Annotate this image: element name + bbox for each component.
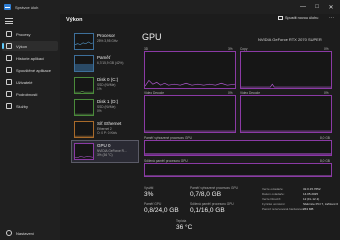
shared-memory-value: 0,1/16,0 GB: [190, 207, 225, 214]
sidebar-item-label: Spouštěné aplikace: [16, 67, 51, 73]
sidebar-item-label: Procesy: [16, 31, 31, 37]
resource-item-cpu[interactable]: Procesor 25% 3,95 GHz: [72, 31, 138, 52]
sidebar-item-processes[interactable]: Procesy: [2, 29, 58, 39]
minimize-button[interactable]: —: [296, 0, 310, 14]
grid-icon: [6, 31, 12, 37]
sidebar-item-startup-apps[interactable]: Spouštěné aplikace: [2, 65, 58, 75]
info-value-directx: 12 (FL 12.1): [303, 197, 320, 201]
task-manager-icon: [4, 4, 11, 10]
sidebar-item-label: Služby: [16, 103, 29, 109]
resource-usage: O: 0 P: 0 Kb/s: [97, 131, 117, 135]
resource-name: Disk 1 (D:): [97, 99, 119, 104]
temperature-label: Teplota: [176, 219, 187, 223]
resource-usage: 1%: [97, 87, 102, 91]
sidebar-item-performance[interactable]: Výkon: [2, 41, 58, 51]
sidebar-item-details[interactable]: Podrobnosti: [2, 89, 58, 99]
sidebar-item-users[interactable]: Uživatelé: [2, 77, 58, 87]
gpu-thumbnail-graph: [74, 143, 94, 160]
utilization-value: 3%: [144, 191, 154, 198]
info-value-driver-date: 14.05.2025: [303, 192, 319, 196]
performance-icon: [6, 43, 12, 49]
info-label-location: Fyzické umístění:: [262, 202, 286, 206]
resource-item-disk-0[interactable]: Disk 0 (C:) SSD (NVMe) 1%: [72, 75, 138, 96]
resource-item-disk-1[interactable]: Disk 1 (D:) SSD (NVMe) 0%: [72, 97, 138, 118]
utilization-label: Využití: [144, 186, 154, 190]
more-options-button[interactable]: ···: [329, 15, 334, 21]
sidebar-item-label: Uživatelé: [16, 79, 33, 85]
history-icon: [6, 55, 12, 61]
resource-name: Paměť: [97, 55, 111, 60]
info-value-location: Sběrnice PCI 7, zařízení 0: [303, 202, 339, 206]
gpu-model-name: NVIDIA GeForce RTX 2070 SUPER: [258, 37, 322, 42]
graph-3d: [144, 51, 236, 89]
temperature-value: 36 °C: [176, 224, 193, 231]
sidebar: Procesy Výkon Historie aplikací Spouštěn…: [0, 14, 60, 240]
run-task-icon: [278, 16, 283, 20]
close-button[interactable]: ✕: [324, 0, 338, 14]
dedicated-memory-value: 0,7/8,0 GB: [190, 191, 222, 198]
disk-thumbnail-graph: [74, 99, 94, 116]
resource-detail: 25% 3,95 GHz: [97, 39, 118, 43]
cpu-thumbnail-graph: [74, 33, 94, 50]
resource-usage: 0%: [97, 109, 102, 113]
title-bar: Správce úloh — □ ✕: [0, 0, 340, 14]
startup-icon: [6, 67, 12, 73]
gpu-memory-value: 0,8/24,0 GB: [144, 207, 179, 214]
run-new-task-label: Spustit novou úlohu: [285, 16, 319, 20]
resource-name: Disk 0 (C:): [97, 77, 119, 82]
info-value-driver-version: 32.0.15.7652: [303, 187, 321, 191]
graph-shared-memory: [144, 163, 332, 177]
graph-video-decode: [144, 95, 236, 133]
maximize-button[interactable]: □: [310, 0, 324, 14]
window-title: Správce úloh: [15, 4, 39, 10]
resource-name: GPU 0: [97, 143, 111, 148]
sidebar-item-label: Podrobnosti: [16, 91, 38, 97]
sidebar-item-label: Výkon: [16, 43, 28, 49]
gpu-memory-label: Paměť GPU: [144, 202, 162, 206]
info-value-reserved-memory: 263 MB: [303, 207, 314, 211]
sidebar-item-settings[interactable]: Nastavení: [2, 228, 58, 238]
resource-detail: 6,7/15,9 GB (42%): [97, 61, 124, 65]
resource-item-ethernet[interactable]: Síť Ethernet Ethernet 2 O: 0 P: 0 Kb/s: [72, 119, 138, 140]
info-label-directx: Verze DirectX:: [262, 197, 282, 201]
resource-name: Procesor: [97, 33, 116, 38]
graph-copy: [240, 51, 332, 89]
info-label-driver-date: Datum ovladače:: [262, 192, 285, 196]
hamburger-menu-icon[interactable]: [5, 18, 13, 24]
gpu-heading: GPU: [142, 32, 162, 42]
network-thumbnail-graph: [74, 121, 94, 138]
resource-usage: 3% (36 °C): [97, 153, 113, 157]
graph-dedicated-memory: [144, 140, 332, 156]
disk-thumbnail-graph: [74, 77, 94, 94]
details-icon: [6, 91, 12, 97]
memory-thumbnail-graph: [74, 55, 94, 72]
shared-memory-label: Sdílená paměť procesoru GPU: [190, 202, 234, 206]
resource-name: Síť Ethernet: [97, 121, 122, 126]
sidebar-item-app-history[interactable]: Historie aplikací: [2, 53, 58, 63]
resource-item-gpu[interactable]: GPU 0 NVIDIA GeForce R... 3% (36 °C): [71, 140, 139, 163]
services-icon: [6, 103, 12, 109]
info-label-reserved-memory: Paměť rezervovaná hardwarem:: [262, 207, 305, 211]
graph-video-decode-2: [240, 95, 332, 133]
users-icon: [6, 79, 12, 85]
sidebar-item-label: Nastavení: [16, 230, 35, 236]
info-label-driver-version: Verze ovladače:: [262, 187, 284, 191]
sidebar-item-services[interactable]: Služby: [2, 101, 58, 111]
run-new-task-button[interactable]: Spustit novou úlohu: [278, 16, 318, 20]
window-controls: — □ ✕: [296, 0, 338, 14]
gear-icon: [6, 230, 12, 236]
dedicated-memory-label: Paměť vyhrazené procesoru GPU: [190, 186, 238, 190]
sidebar-item-label: Historie aplikací: [16, 55, 45, 61]
page-title: Výkon: [66, 17, 83, 23]
resource-item-memory[interactable]: Paměť 6,7/15,9 GB (42%): [72, 53, 138, 74]
